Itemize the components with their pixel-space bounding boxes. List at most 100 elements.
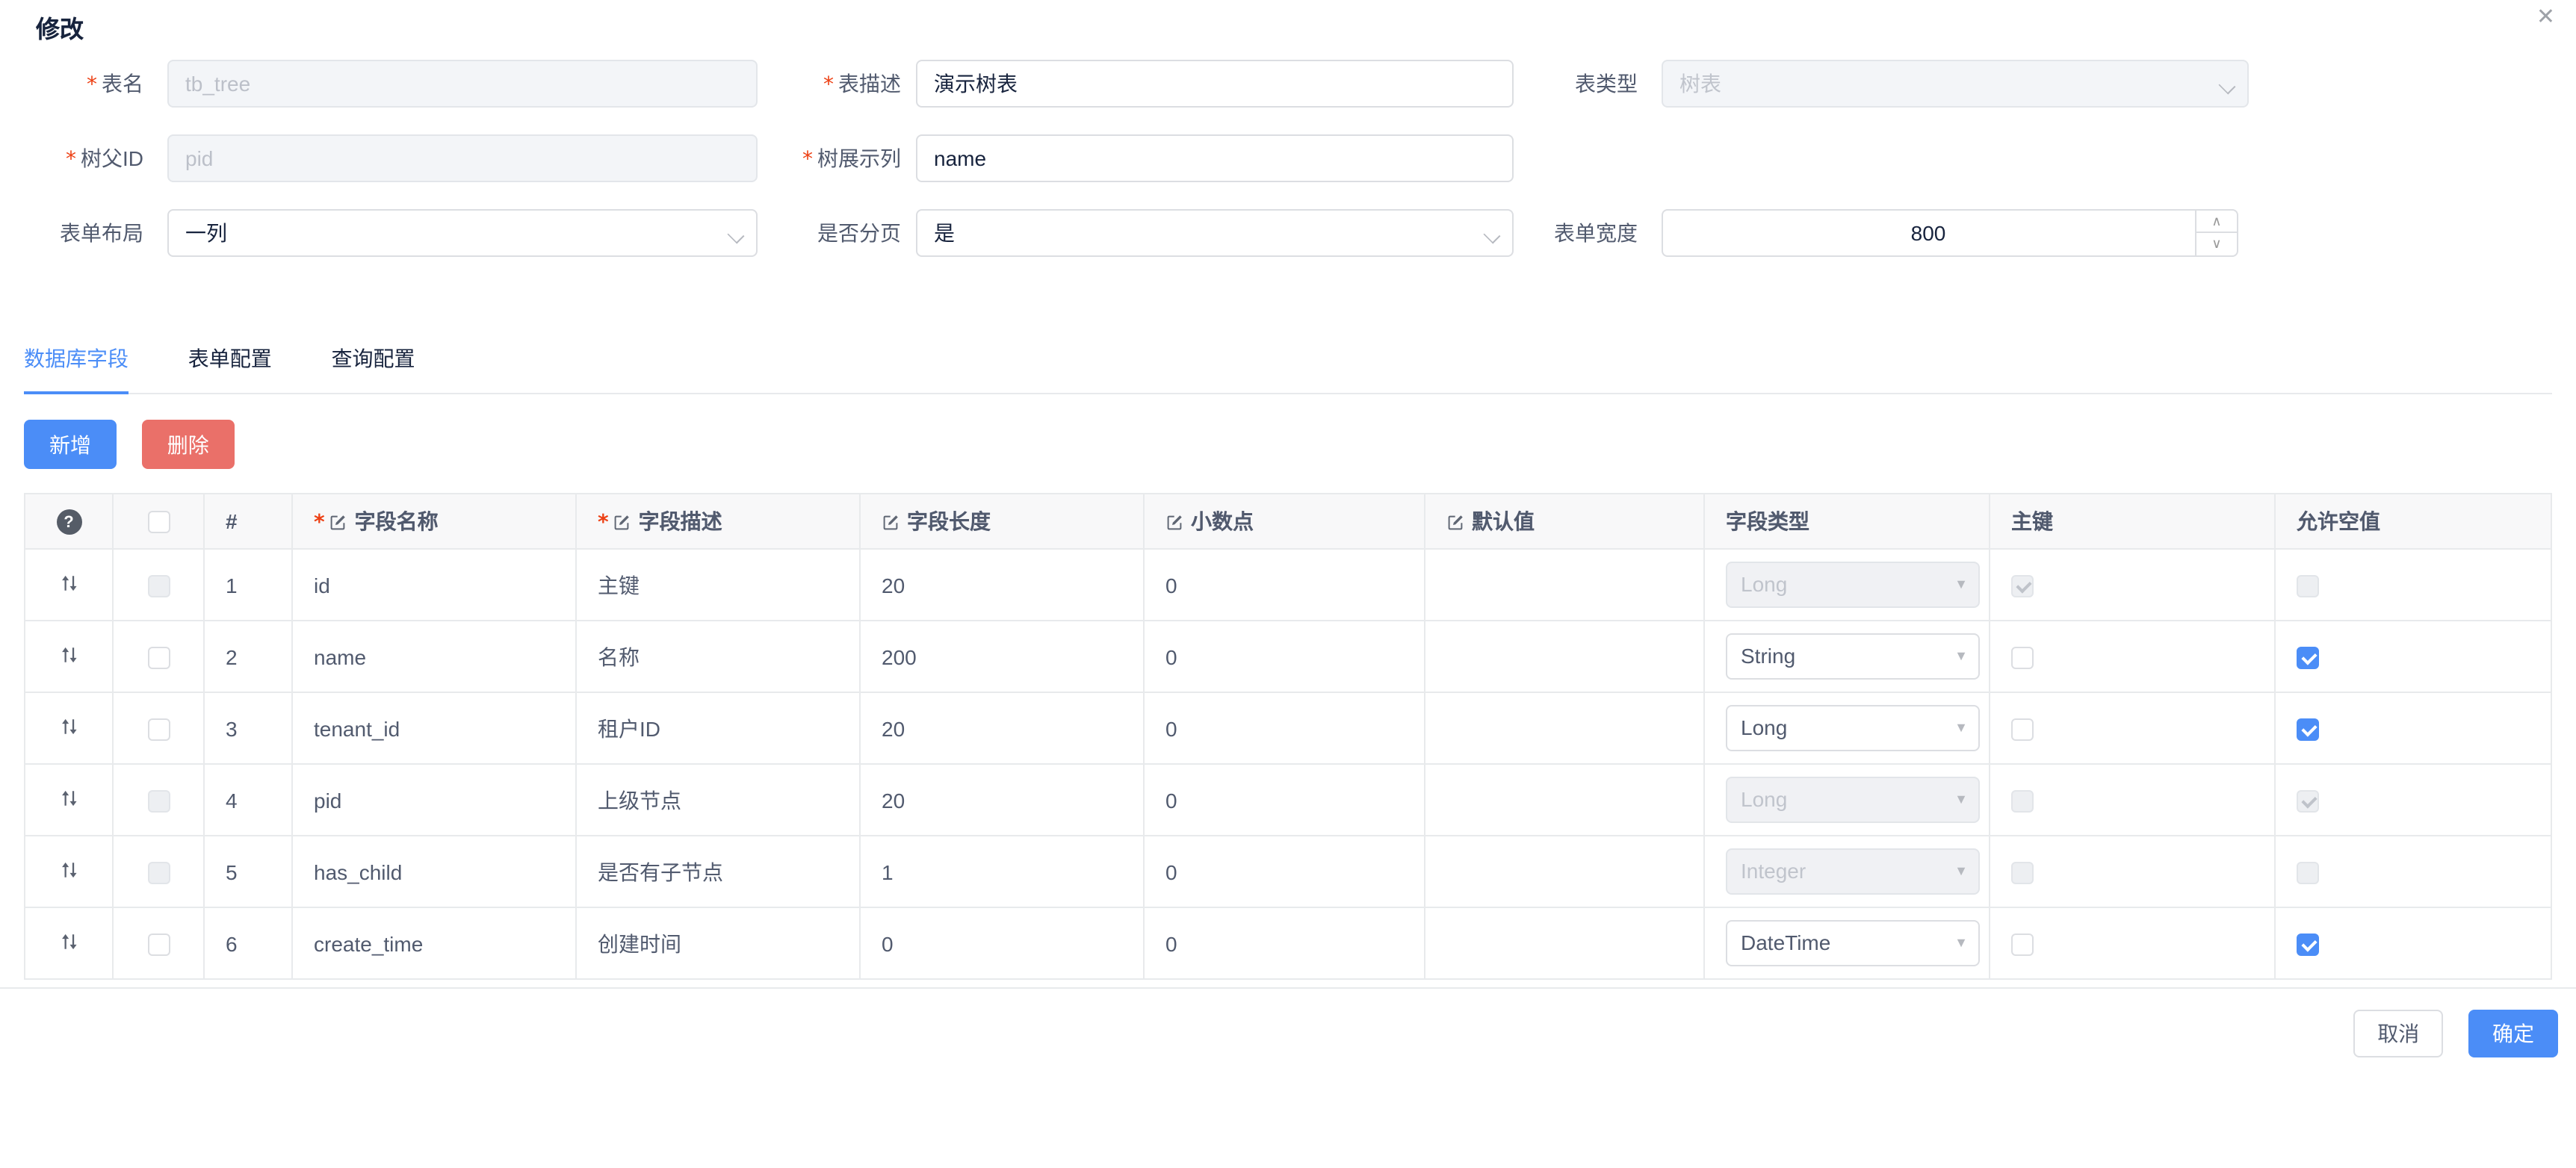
allow-null-checkbox[interactable] (2297, 934, 2319, 956)
field-length-cell[interactable]: 20 (860, 764, 1144, 836)
table-row: 2 name 名称 200 0 String ▼ (25, 621, 2551, 692)
col-default-value: 默认值 (1425, 494, 1704, 549)
table-desc-label: *表描述 (747, 60, 901, 108)
field-length-cell[interactable]: 20 (860, 549, 1144, 621)
field-desc-cell[interactable]: 名称 (576, 621, 860, 692)
required-asterisk: * (598, 511, 609, 535)
field-length-cell[interactable]: 1 (860, 836, 1144, 907)
row-checkbox[interactable] (147, 718, 170, 741)
confirm-button[interactable]: 确定 (2468, 1010, 2558, 1057)
decimal-point-cell[interactable]: 0 (1144, 836, 1425, 907)
field-name-cell[interactable]: has_child (292, 836, 576, 907)
fields-table: ? # *字段名称 *字段描述 字段长度 小数点 默认值 字段类型 主键 允许空… (24, 493, 2552, 980)
primary-key-checkbox[interactable] (2011, 790, 2034, 813)
field-desc-cell[interactable]: 租户ID (576, 692, 860, 764)
field-length-cell[interactable]: 20 (860, 692, 1144, 764)
default-value-cell[interactable] (1425, 907, 1704, 979)
field-desc-cell[interactable]: 上级节点 (576, 764, 860, 836)
default-value-cell[interactable] (1425, 549, 1704, 621)
field-desc-cell[interactable]: 创建时间 (576, 907, 860, 979)
primary-key-checkbox[interactable] (2011, 862, 2034, 884)
field-type-select[interactable]: Long ▼ (1726, 562, 1980, 608)
tab-database-fields[interactable]: 数据库字段 (24, 335, 129, 394)
tree-display-input[interactable] (916, 134, 1514, 182)
dialog-footer: 取消 确定 (2353, 1010, 2558, 1057)
col-field-desc: *字段描述 (576, 494, 860, 549)
required-asterisk: * (314, 511, 325, 535)
table-type-select[interactable]: 树表 (1662, 60, 2249, 108)
allow-null-checkbox[interactable] (2297, 718, 2319, 741)
primary-key-checkbox[interactable] (2011, 647, 2034, 669)
decimal-point-cell[interactable]: 0 (1144, 764, 1425, 836)
stepper-controls: ∧ ∨ (2195, 211, 2237, 255)
caret-down-icon: ▼ (1954, 563, 1968, 606)
field-length-cell[interactable]: 200 (860, 621, 1144, 692)
decimal-point-cell[interactable]: 0 (1144, 621, 1425, 692)
delete-row-button[interactable]: 删除 (142, 420, 235, 469)
paginated-label: 是否分页 (747, 209, 901, 257)
default-value-cell[interactable] (1425, 621, 1704, 692)
row-index: 4 (204, 764, 292, 836)
form-width-label: 表单宽度 (1514, 209, 1638, 257)
field-desc-cell[interactable]: 主键 (576, 549, 860, 621)
field-desc-cell[interactable]: 是否有子节点 (576, 836, 860, 907)
field-type-select[interactable]: Integer ▼ (1726, 848, 1980, 895)
drag-sort-icon[interactable] (59, 860, 78, 879)
decimal-point-cell[interactable]: 0 (1144, 549, 1425, 621)
select-all-checkbox[interactable] (147, 512, 170, 534)
primary-key-checkbox[interactable] (2011, 934, 2034, 956)
stepper-down-icon[interactable]: ∨ (2196, 233, 2237, 255)
table-name-input[interactable] (167, 60, 758, 108)
form-width-value: 800 (1663, 211, 2193, 255)
row-checkbox[interactable] (147, 575, 170, 597)
tree-parent-input[interactable] (167, 134, 758, 182)
col-allow-null: 允许空值 (2275, 494, 2551, 549)
form-layout-select[interactable]: 一列 (167, 209, 758, 257)
field-length-cell[interactable]: 0 (860, 907, 1144, 979)
paginated-select[interactable]: 是 (916, 209, 1514, 257)
form-row-3: 表单布局 一列 是否分页 是 表单宽度 800 ∧ ∨ (0, 209, 2576, 257)
field-name-cell[interactable]: create_time (292, 907, 576, 979)
allow-null-checkbox[interactable] (2297, 647, 2319, 669)
decimal-point-cell[interactable]: 0 (1144, 907, 1425, 979)
allow-null-checkbox[interactable] (2297, 575, 2319, 597)
tab-query-config[interactable]: 查询配置 (332, 335, 415, 393)
row-checkbox[interactable] (147, 790, 170, 813)
drag-sort-icon[interactable] (59, 788, 78, 807)
table-type-label: 表类型 (1514, 60, 1638, 108)
field-name-cell[interactable]: id (292, 549, 576, 621)
caret-down-icon: ▼ (1954, 706, 1968, 750)
field-type-select[interactable]: Long ▼ (1726, 705, 1980, 751)
field-type-select[interactable]: DateTime ▼ (1726, 920, 1980, 966)
default-value-cell[interactable] (1425, 836, 1704, 907)
drag-sort-icon[interactable] (59, 573, 78, 592)
default-value-cell[interactable] (1425, 692, 1704, 764)
tab-form-config[interactable]: 表单配置 (188, 335, 272, 393)
help-icon[interactable]: ? (56, 510, 81, 535)
field-name-cell[interactable]: name (292, 621, 576, 692)
close-icon[interactable]: ✕ (2536, 6, 2555, 28)
grid-body: 1 id 主键 20 0 Long ▼ 2 name 名称 200 0 (25, 549, 2551, 979)
field-name-cell[interactable]: pid (292, 764, 576, 836)
drag-sort-icon[interactable] (59, 931, 78, 951)
drag-sort-icon[interactable] (59, 644, 78, 664)
drag-sort-icon[interactable] (59, 716, 78, 736)
decimal-point-cell[interactable]: 0 (1144, 692, 1425, 764)
allow-null-checkbox[interactable] (2297, 790, 2319, 813)
edit-icon (882, 514, 900, 532)
add-row-button[interactable]: 新增 (24, 420, 117, 469)
field-type-select[interactable]: String ▼ (1726, 633, 1980, 680)
form-width-stepper[interactable]: 800 ∧ ∨ (1662, 209, 2238, 257)
primary-key-checkbox[interactable] (2011, 718, 2034, 741)
cancel-button[interactable]: 取消 (2353, 1010, 2443, 1057)
field-name-cell[interactable]: tenant_id (292, 692, 576, 764)
row-checkbox[interactable] (147, 862, 170, 884)
default-value-cell[interactable] (1425, 764, 1704, 836)
allow-null-checkbox[interactable] (2297, 862, 2319, 884)
row-checkbox[interactable] (147, 934, 170, 956)
stepper-up-icon[interactable]: ∧ (2196, 211, 2237, 233)
row-checkbox[interactable] (147, 647, 170, 669)
table-desc-input[interactable] (916, 60, 1514, 108)
field-type-select[interactable]: Long ▼ (1726, 777, 1980, 823)
primary-key-checkbox[interactable] (2011, 575, 2034, 597)
